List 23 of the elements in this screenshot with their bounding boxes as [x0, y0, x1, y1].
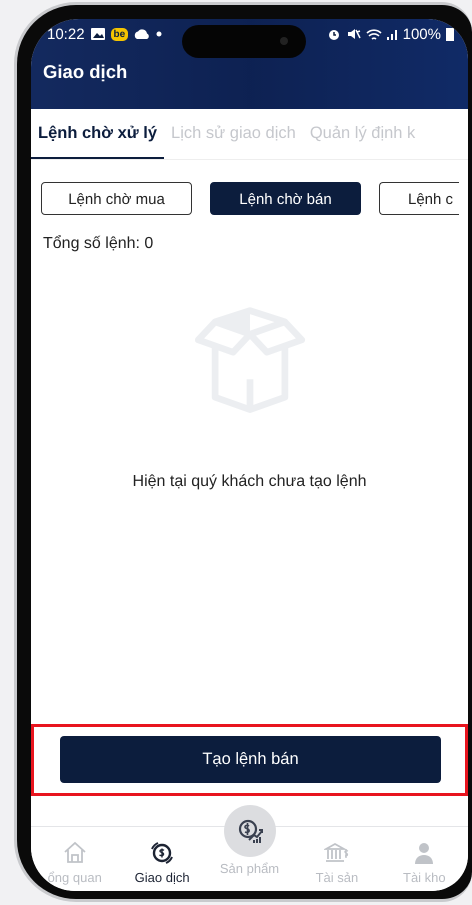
battery-level: 100%	[402, 26, 441, 42]
filter-button[interactable]: Lệnh chờ mua	[41, 182, 192, 215]
filter-button[interactable]: Lệnh c	[379, 182, 459, 215]
dollar-growth-icon	[236, 818, 263, 844]
tab[interactable]: Lệnh chờ xử lý	[31, 109, 164, 159]
battery-icon	[446, 27, 454, 41]
dot-icon	[156, 31, 162, 37]
app-badge: be	[110, 28, 128, 40]
alarm-icon	[326, 27, 341, 41]
image-icon	[90, 26, 106, 42]
coin-exchange-icon	[149, 840, 176, 866]
header-title: Giao dịch	[43, 61, 128, 83]
cloud-icon	[133, 27, 152, 41]
empty-message: Hiện tại quý khách chưa tạo lệnh	[132, 473, 366, 491]
wifi-icon	[366, 27, 382, 41]
order-count: Tổng số lệnh: 0	[43, 235, 154, 253]
mute-icon	[346, 27, 361, 41]
nav-item[interactable]: Giao dịch	[118, 827, 206, 891]
home-icon	[62, 840, 88, 866]
status-time: 10:22	[47, 26, 85, 42]
signal-icon	[386, 28, 398, 40]
filter-button[interactable]: Lệnh chờ bán	[210, 182, 361, 215]
create-sell-order-button[interactable]: Tạo lệnh bán	[60, 736, 441, 783]
